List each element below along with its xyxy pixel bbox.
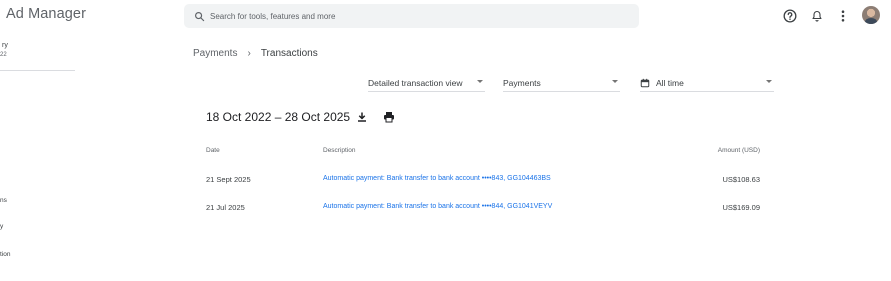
user-avatar[interactable] (862, 6, 880, 24)
download-icon[interactable] (356, 110, 368, 122)
app-title: Ad Manager (6, 6, 86, 22)
breadcrumb-current: Transactions (260, 48, 318, 59)
column-header-amount[interactable]: Amount (USD) (700, 147, 760, 154)
breadcrumb-payments-link[interactable]: Payments (193, 48, 237, 59)
row-description-link[interactable]: Automatic payment: Bank transfer to bank… (323, 203, 552, 210)
column-header-description[interactable]: Description (323, 147, 356, 154)
row-description-link[interactable]: Automatic payment: Bank transfer to bank… (323, 175, 551, 182)
help-icon[interactable] (782, 8, 798, 24)
breadcrumb: Payments › Transactions (193, 48, 318, 59)
dropdown-arrow-icon (612, 80, 618, 83)
transaction-view-value: Detailed transaction view (368, 77, 463, 88)
search-bar[interactable] (184, 4, 639, 28)
account-name: ry (2, 42, 8, 49)
date-range-value: All time (656, 77, 684, 88)
sidebar-item[interactable]: ns (0, 197, 7, 204)
sidebar-item[interactable]: y (0, 223, 3, 230)
row-date: 21 Sept 2025 (206, 175, 251, 184)
dropdown-arrow-icon (766, 80, 772, 83)
column-header-date[interactable]: Date (206, 147, 220, 154)
more-vert-icon[interactable] (837, 8, 849, 24)
transaction-type-value: Payments (503, 77, 541, 88)
transaction-view-select[interactable]: Detailed transaction view (368, 74, 485, 92)
account-switcher[interactable]: ry 22 (0, 42, 75, 71)
search-input[interactable] (210, 11, 610, 21)
transaction-type-select[interactable]: Payments (503, 74, 620, 92)
search-icon (195, 11, 205, 21)
row-amount: US$169.09 (722, 203, 760, 212)
sidebar-item[interactable]: tion (0, 251, 10, 258)
row-amount: US$108.63 (722, 175, 760, 184)
date-range-heading: 18 Oct 2022 – 28 Oct 2025 (206, 110, 351, 124)
date-range-select[interactable]: All time (640, 74, 774, 92)
calendar-icon (640, 78, 650, 87)
breadcrumb-separator: › (247, 48, 251, 59)
print-icon[interactable] (383, 110, 395, 123)
row-date: 21 Jul 2025 (206, 203, 245, 212)
dropdown-arrow-icon (477, 80, 483, 83)
notifications-bell-icon[interactable] (810, 8, 824, 24)
account-id: 22 (0, 52, 7, 58)
